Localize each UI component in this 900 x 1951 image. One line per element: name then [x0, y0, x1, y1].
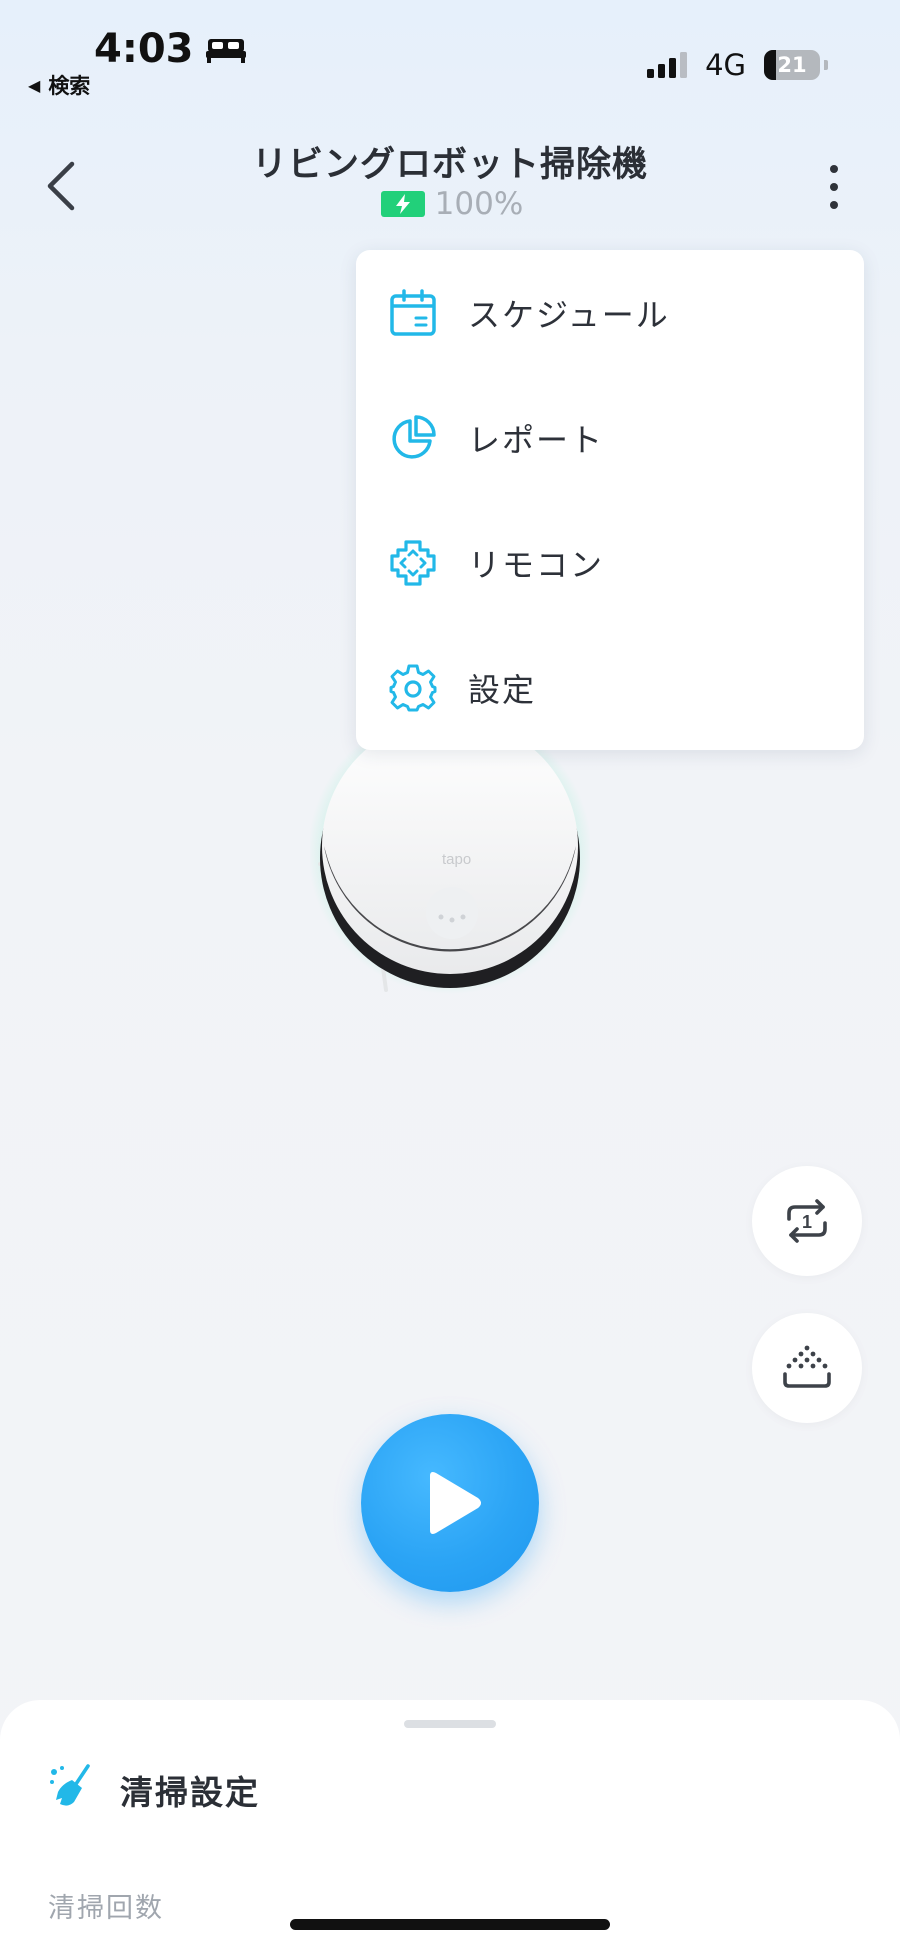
repeat-count: 1 — [802, 1212, 812, 1232]
cleaning-count-label: 清掃回数 — [48, 1893, 164, 1924]
gear-icon — [389, 664, 437, 711]
device-battery: 100% — [0, 186, 900, 222]
broom-icon — [50, 1764, 90, 1806]
sheet-title: 清掃設定 — [120, 1773, 260, 1812]
battery-icon: 21 — [764, 50, 820, 80]
menu-item-schedule[interactable]: スケジュール — [356, 250, 864, 375]
battery-level: 21 — [777, 53, 807, 77]
cleaning-settings-sheet: 清掃設定 清掃回数 — [0, 1700, 900, 1951]
back-triangle-icon: ◀ — [28, 75, 41, 95]
bed-icon — [205, 39, 246, 63]
home-indicator[interactable] — [290, 1919, 610, 1930]
network-type: 4G — [705, 48, 746, 82]
charging-battery-icon — [380, 191, 425, 217]
repeat-once-icon: 1 — [787, 1199, 827, 1243]
robot-vacuum-image: tapo — [310, 728, 590, 994]
battery-tip — [824, 60, 828, 70]
menu-item-remote[interactable]: リモコン — [356, 500, 864, 625]
menu-item-label: スケジュール — [468, 295, 670, 334]
status-time: 4:03 — [94, 26, 246, 72]
menu-item-label: 設定 — [468, 670, 537, 709]
robot-brand-text: tapo — [442, 851, 471, 868]
sheet-grabber[interactable] — [404, 1720, 496, 1728]
suction-icon — [783, 1345, 831, 1388]
menu-item-report[interactable]: レポート — [356, 375, 864, 500]
pie-chart-icon — [392, 414, 436, 459]
back-to-app-label: 検索 — [48, 74, 91, 98]
remote-control-icon — [390, 539, 436, 586]
calendar-icon — [390, 288, 436, 336]
cellular-signal-icon — [647, 52, 688, 78]
more-options-icon[interactable] — [822, 162, 846, 212]
menu-item-settings[interactable]: 設定 — [356, 625, 864, 750]
play-icon — [430, 1472, 481, 1534]
menu-item-label: リモコン — [468, 545, 605, 584]
page-title: リビングロボット掃除機 — [251, 145, 648, 185]
options-menu: スケジュール レポート リモコン 設定 — [356, 250, 864, 750]
start-cleaning-button[interactable] — [361, 1414, 539, 1592]
back-to-app-link[interactable]: ◀ 検索 — [28, 70, 90, 100]
suction-button[interactable] — [752, 1313, 862, 1423]
menu-item-label: レポート — [468, 420, 605, 459]
battery-percent: 100% — [434, 186, 524, 222]
clock: 4:03 — [94, 26, 194, 72]
status-indicators: 4G 21 — [647, 48, 828, 82]
repeat-once-button[interactable]: 1 — [752, 1166, 862, 1276]
